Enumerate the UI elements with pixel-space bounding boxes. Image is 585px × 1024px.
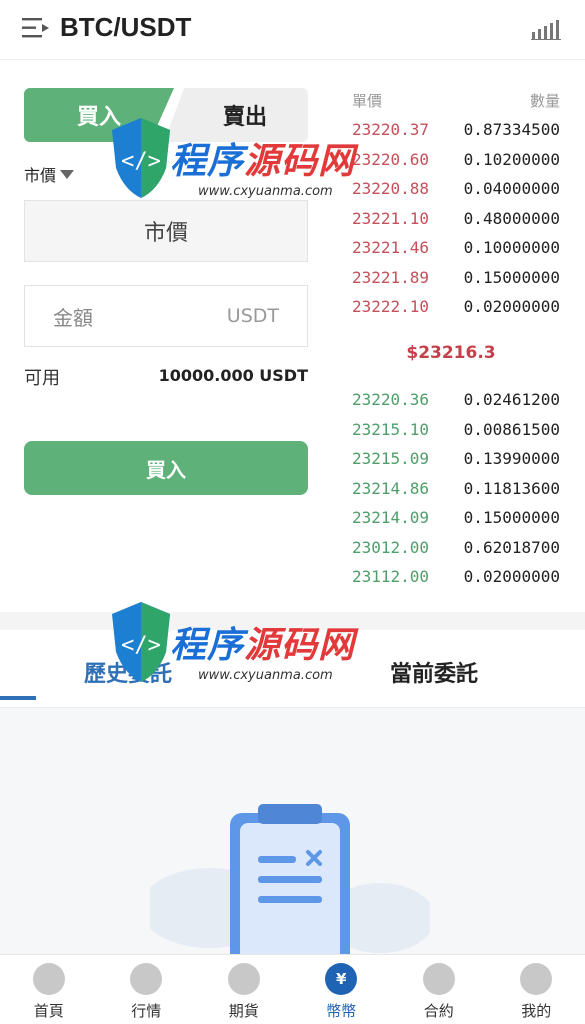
ask-row[interactable]: 23221.46 0.10000000 [352,238,560,257]
available-label: 可用 [24,368,60,389]
nav-item-market[interactable]: 行情 [98,955,196,1024]
bottom-nav: 首頁 行情 期貨 ¥ 幣幣 合約 我的 [0,954,585,1024]
price-field: 市價 [24,200,308,262]
svg-text:</>: </> [121,149,161,174]
ask-amount: 0.15000000 [463,267,560,287]
nav-label: 首頁 [33,1002,64,1020]
ask-row[interactable]: 23222.10 0.02000000 [352,297,560,316]
tab-sell[interactable]: 賣出 [164,88,308,142]
tab-indicator [0,696,36,700]
bid-amount: 0.13990000 [463,449,560,468]
top-bar: BTC/USDT [0,0,585,60]
tab-buy[interactable]: 買入 [24,88,174,142]
bid-price: 23214.86 [352,478,430,498]
ask-price: 23221.46 [352,238,430,257]
ask-amount: 0.48000000 [463,208,560,228]
bid-row[interactable]: 23012.00 0.62018700 [352,538,560,557]
nav-item-yuan[interactable]: ¥ 幣幣 [293,955,391,1024]
last-price: $23216.3 [406,343,496,363]
order-type-label: 市價 [24,166,57,185]
amount-header: 數量 [529,92,560,110]
ask-amount: 0.04000000 [463,179,560,198]
amount-unit: USDT [226,305,279,327]
ask-row[interactable]: 23220.37 0.87334500 [352,120,560,139]
amount-input[interactable]: 金額 USDT [24,285,308,347]
amount-placeholder: 金額 [53,305,93,330]
available-value: 10000.000 USDT [158,366,308,385]
price-header: 單價 [352,92,383,110]
nav-label: 合約 [423,1002,454,1020]
contract-icon [422,963,455,995]
futures-icon [227,963,260,995]
ask-price: 23220.60 [352,149,430,169]
bar-chart-icon[interactable] [531,18,561,40]
order-type-dropdown[interactable]: 市價 [24,162,75,186]
ask-row[interactable]: 23220.60 0.10200000 [352,150,560,169]
bid-amount: 0.11813600 [463,478,560,498]
ask-amount: 0.10200000 [463,149,560,169]
orderbook-header: 單價 數量 [352,90,560,111]
bid-price: 23112.00 [352,567,430,586]
bid-row[interactable]: 23112.00 0.02000000 [352,567,560,586]
nav-item-profile[interactable]: 我的 [488,955,585,1024]
nav-label: 期貨 [228,1002,259,1020]
pair-title[interactable]: BTC/USDT [60,12,191,43]
nav-item-contract[interactable]: 合約 [390,955,488,1024]
watermark-url: www.cxyuanma.com [198,184,333,199]
ask-price: 23222.10 [352,297,430,316]
bid-row[interactable]: 23220.36 0.02461200 [352,390,560,409]
nav-item-home[interactable]: 首頁 [0,955,98,1024]
buy-button[interactable]: 買入 [24,441,308,495]
nav-label: 我的 [521,1002,552,1020]
yuan-icon: ¥ [325,963,358,995]
caret-down-icon [60,169,75,179]
bid-amount: 0.00861500 [463,419,560,439]
ask-price: 23221.10 [352,208,430,228]
tab-order-history[interactable]: 歷史委託 [84,656,172,688]
bid-price: 23012.00 [352,537,430,557]
ask-amount: 0.87334500 [463,120,560,139]
bid-row[interactable]: 23215.09 0.13990000 [352,449,560,468]
menu-icon[interactable] [22,17,50,39]
bid-price: 23220.36 [352,390,430,409]
nav-item-futures[interactable]: 期貨 [195,955,293,1024]
tab-current-orders[interactable]: 當前委託 [390,656,478,688]
bid-row[interactable]: 23215.10 0.00861500 [352,420,560,439]
ask-amount: 0.10000000 [463,238,560,257]
ask-price: 23221.89 [352,267,430,287]
bid-amount: 0.02461200 [463,390,560,409]
nav-label: 幣幣 [326,1002,357,1020]
bid-price: 23214.09 [352,508,430,527]
ask-row[interactable]: 23220.88 0.04000000 [352,179,560,198]
bid-price: 23215.09 [352,449,430,468]
bid-amount: 0.62018700 [463,537,560,557]
ask-price: 23220.88 [352,179,430,198]
ask-price: 23220.37 [352,120,430,139]
bid-row[interactable]: 23214.86 0.11813600 [352,479,560,498]
ask-amount: 0.02000000 [463,297,560,316]
buy-sell-tabs: 賣出 買入 [24,88,308,142]
ask-row[interactable]: 23221.10 0.48000000 [352,209,560,228]
empty-state [0,708,585,954]
ask-row[interactable]: 23221.89 0.15000000 [352,268,560,287]
bid-price: 23215.10 [352,419,430,439]
home-icon [32,963,65,995]
empty-clipboard-icon [150,804,430,954]
order-tabs: 歷史委託 當前委託 [0,630,585,708]
bid-amount: 0.15000000 [463,508,560,527]
nav-label: 行情 [131,1002,162,1020]
profile-icon [520,963,553,995]
section-divider [0,612,585,630]
market-icon [130,963,163,995]
bid-amount: 0.02000000 [463,567,560,586]
bid-row[interactable]: 23214.09 0.15000000 [352,508,560,527]
